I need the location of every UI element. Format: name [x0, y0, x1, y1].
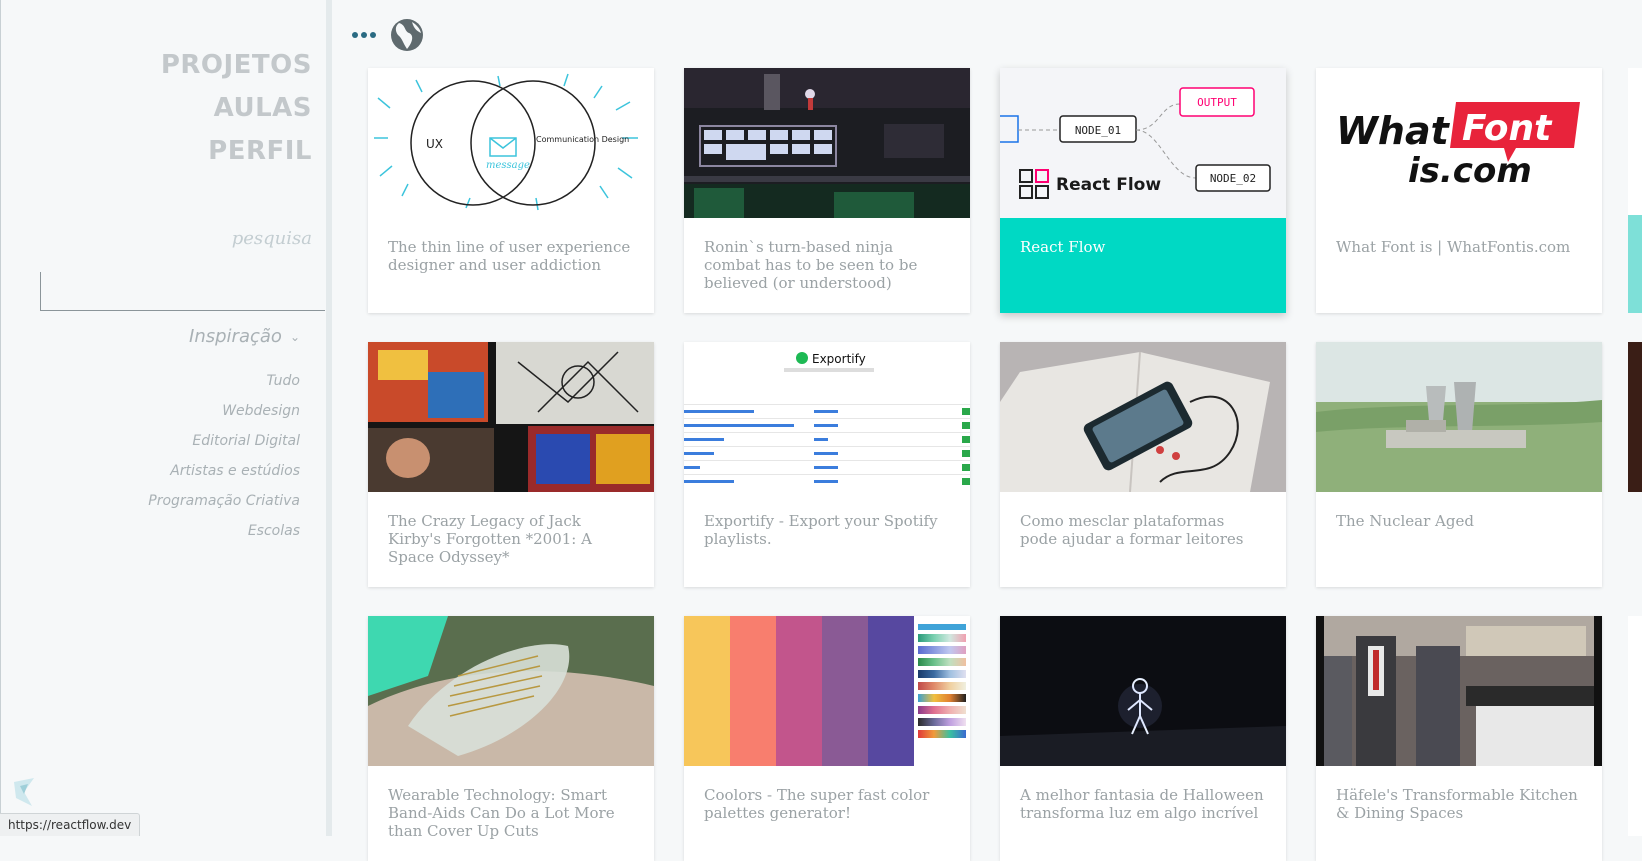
filter-toggle[interactable]: Inspiração ⌄	[189, 326, 300, 347]
logo-text-font: Font	[1462, 108, 1553, 149]
card-title: What Font is | WhatFontis.com	[1336, 238, 1571, 256]
card-ronin[interactable]: Ronin`s turn-based ninja combat has to b…	[684, 68, 970, 313]
card-thumbnail	[1316, 342, 1602, 492]
exportify-logo-text: Exportify	[812, 352, 866, 366]
search-input[interactable]	[40, 272, 325, 311]
palette-swatch	[730, 616, 776, 766]
book-phone-photo-image	[1000, 342, 1286, 492]
card-thumbnail	[684, 68, 970, 218]
top-bar	[352, 18, 424, 52]
card-title: Como mesclar plataformas pode ajudar a f…	[1020, 512, 1244, 548]
window-edge	[0, 0, 1, 836]
filter-artistas-estudios[interactable]: Artistas e estúdios	[148, 456, 300, 486]
card-title: The Crazy Legacy of Jack Kirby's Forgott…	[388, 512, 592, 566]
filter-heading: Inspiração	[189, 326, 282, 347]
venn-label-message: message	[486, 160, 530, 171]
card-title: Exportify - Export your Spotify playlist…	[704, 512, 938, 548]
venn-label-ux: UX	[426, 137, 443, 151]
logo-text-what: What	[1336, 109, 1451, 153]
card-title: Häfele's Transformable Kitchen & Dining …	[1336, 786, 1578, 822]
next-card-edge-row3[interactable]	[1628, 616, 1642, 836]
card-ux-addiction[interactable]: UX Communication Design message The thin…	[368, 68, 654, 313]
card-title: React Flow	[1020, 238, 1106, 256]
logo-text-iscom: is.com	[1408, 151, 1532, 191]
card-title: Wearable Technology: Smart Band-Aids Can…	[388, 786, 615, 840]
nav-projetos[interactable]: PROJETOS	[161, 44, 312, 87]
nuclear-plant-image	[1316, 342, 1602, 492]
card-thumbnail: What Font is.com	[1316, 68, 1602, 218]
chevron-down-icon: ⌄	[289, 329, 300, 344]
card-thumbnail: Exportify	[684, 342, 970, 492]
card-title: Ronin`s turn-based ninja combat has to b…	[704, 238, 918, 292]
card-exportify[interactable]: Exportify Exportify - Export your Spotif…	[684, 342, 970, 587]
card-hafele-kitchen[interactable]: Häfele's Transformable Kitchen & Dining …	[1316, 616, 1602, 861]
filter-list: Tudo Webdesign Editorial Digital Artista…	[148, 366, 300, 546]
card-title: The Nuclear Aged	[1336, 512, 1474, 530]
search-label: pesquisa	[231, 228, 312, 249]
globe-logo-icon[interactable]	[390, 18, 424, 52]
next-card-edge-row2[interactable]	[1628, 342, 1642, 492]
card-nuclear-aged[interactable]: The Nuclear Aged	[1316, 342, 1602, 587]
palette-swatch	[776, 616, 822, 766]
react-flow-image: NODE_01 OUTPUT NODE_02 React Flow	[1000, 68, 1286, 218]
kitchen-photo-image	[1316, 616, 1602, 766]
smart-bandage-image	[368, 616, 654, 766]
card-jack-kirby[interactable]: The Crazy Legacy of Jack Kirby's Forgott…	[368, 342, 654, 587]
card-thumbnail	[1316, 616, 1602, 766]
sidebar: PROJETOS AULAS PERFIL pesquisa Inspiraçã…	[0, 0, 332, 836]
filter-editorial-digital[interactable]: Editorial Digital	[148, 426, 300, 456]
card-thumbnail	[368, 342, 654, 492]
palette-swatch	[822, 616, 868, 766]
venn-label-comm: Communication Design	[536, 135, 629, 144]
card-react-flow[interactable]: NODE_01 OUTPUT NODE_02 React Flow React …	[1000, 68, 1286, 313]
filter-escolas[interactable]: Escolas	[148, 516, 300, 546]
nav-aulas[interactable]: AULAS	[161, 87, 312, 130]
card-title: A melhor fantasia de Halloween transform…	[1020, 786, 1264, 822]
status-bar-url: https://reactflow.dev	[0, 813, 141, 836]
nav-perfil[interactable]: PERFIL	[161, 130, 312, 173]
card-thumbnail: UX Communication Design message	[368, 68, 654, 218]
card-thumbnail	[684, 616, 970, 766]
exportify-screenshot-image: Exportify	[684, 342, 970, 492]
palette-swatch	[684, 616, 730, 766]
corner-decoration-icon	[14, 778, 34, 806]
venn-sketch-image: UX Communication Design message	[368, 68, 654, 218]
output-node-label: OUTPUT	[1197, 96, 1237, 109]
node-01-label: NODE_01	[1075, 124, 1121, 137]
light-stickman-image	[1000, 616, 1286, 766]
node-02-label: NODE_02	[1210, 172, 1256, 185]
react-flow-logo-text: React Flow	[1056, 175, 1161, 195]
card-title: Coolors - The super fast color palettes …	[704, 786, 930, 822]
next-card-edge-row1[interactable]	[1628, 68, 1642, 313]
card-plataformas-leitores[interactable]: Como mesclar plataformas pode ajudar a f…	[1000, 342, 1286, 587]
comics-photo-image	[368, 342, 654, 492]
card-thumbnail: NODE_01 OUTPUT NODE_02 React Flow	[1000, 68, 1286, 218]
card-title: The thin line of user experience designe…	[388, 238, 631, 274]
more-dots-icon[interactable]	[352, 32, 376, 38]
filter-tudo[interactable]: Tudo	[148, 366, 300, 396]
filter-webdesign[interactable]: Webdesign	[148, 396, 300, 426]
card-halloween[interactable]: A melhor fantasia de Halloween transform…	[1000, 616, 1286, 861]
card-whatfontis[interactable]: What Font is.com What Font is | WhatFont…	[1316, 68, 1602, 313]
card-coolors[interactable]: Coolors - The super fast color palettes …	[684, 616, 970, 861]
whatfontis-logo-image: What Font is.com	[1316, 68, 1602, 218]
card-thumbnail	[368, 616, 654, 766]
filter-programacao-criativa[interactable]: Programação Criativa	[148, 486, 300, 516]
main-nav: PROJETOS AULAS PERFIL	[161, 44, 312, 173]
ronin-game-image	[684, 68, 970, 218]
card-thumbnail	[1000, 342, 1286, 492]
coolors-palette-image	[684, 616, 970, 766]
card-wearable-tech[interactable]: Wearable Technology: Smart Band-Aids Can…	[368, 616, 654, 861]
palette-swatch	[868, 616, 914, 766]
card-thumbnail	[1000, 616, 1286, 766]
